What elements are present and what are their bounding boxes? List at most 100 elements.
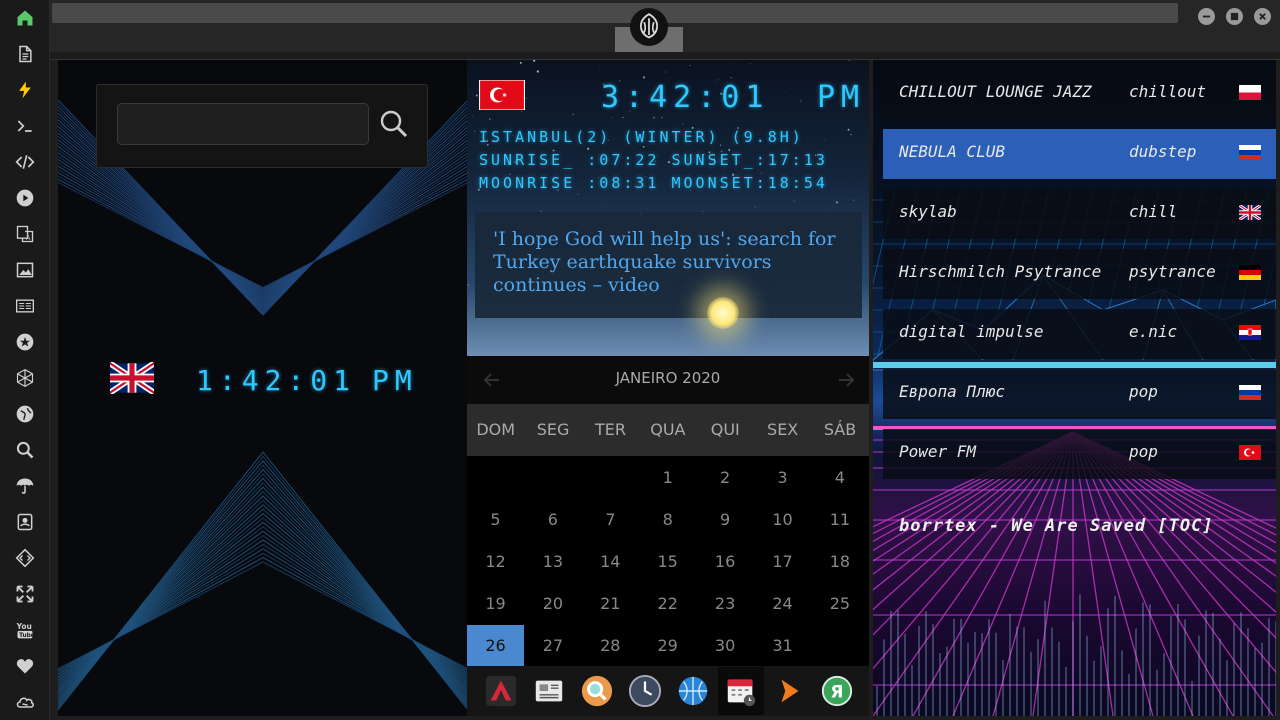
news-headline[interactable]: 'I hope God will help us': search for Tu… xyxy=(475,212,862,318)
station-name: Power FM xyxy=(899,442,977,461)
station-name: Европа Плюс xyxy=(899,382,1005,401)
calendar-day[interactable]: 17 xyxy=(754,541,811,583)
sun-times: SUNRISE_ :07:22 SUNSET_:17:13 xyxy=(479,151,828,169)
calendar-next-button[interactable] xyxy=(835,369,857,391)
calendar-day[interactable]: 2 xyxy=(697,457,754,499)
calendar-day[interactable]: 9 xyxy=(697,499,754,541)
calendar-day[interactable]: 29 xyxy=(639,625,696,667)
station-genre: pop xyxy=(1129,442,1158,461)
news-headline-text: 'I hope God will help us': search for Tu… xyxy=(493,228,836,296)
yandex-launcher[interactable]: Я xyxy=(819,673,855,709)
calendar-day[interactable]: 21 xyxy=(582,583,639,625)
calendar-grid: 1 2 3 4 5 6 7 8 9 10 11 12 13 14 15 16 17 18 19 20 21 22 23 24 2… xyxy=(467,456,869,667)
station-row[interactable]: skylab chill xyxy=(883,189,1276,239)
calendar-day[interactable]: 1 xyxy=(639,457,696,499)
contacts-rail-button[interactable] xyxy=(12,509,38,535)
news-rail-button[interactable] xyxy=(12,293,38,319)
calendar-day[interactable]: 8 xyxy=(639,499,696,541)
address-bar[interactable] xyxy=(52,3,1178,23)
local-clock-ampm: PM xyxy=(372,364,418,397)
poland-flag-icon xyxy=(1239,85,1261,100)
heart-rail-button[interactable] xyxy=(12,653,38,679)
code-rail-button[interactable] xyxy=(12,149,38,175)
station-genre: dubstep xyxy=(1129,142,1197,161)
calendar-day[interactable]: 22 xyxy=(639,583,696,625)
calendar-day[interactable]: 11 xyxy=(811,499,868,541)
app-triangle-launcher[interactable] xyxy=(483,673,519,709)
calendar-day[interactable]: 30 xyxy=(697,625,754,667)
calendar-app-launcher[interactable] xyxy=(718,667,764,715)
media-play-launcher[interactable] xyxy=(771,673,807,709)
star-badge-rail-button[interactable] xyxy=(12,329,38,355)
radio-panel: CHILLOUT LOUNGE JAZZ chillout NEBULA CLUB d… xyxy=(873,60,1276,716)
close-icon xyxy=(1259,13,1266,20)
russia-flag-icon xyxy=(1239,145,1261,160)
document-rail-button[interactable] xyxy=(12,41,38,67)
calendar-day[interactable]: 31 xyxy=(754,625,811,667)
image-rail-button[interactable] xyxy=(12,257,38,283)
terminal-rail-button[interactable] xyxy=(12,113,38,139)
hexagon-rail-button[interactable] xyxy=(12,365,38,391)
station-row[interactable]: digital impulse e.nic xyxy=(883,309,1276,359)
calendar-day[interactable]: 12 xyxy=(467,541,524,583)
close-button[interactable] xyxy=(1254,8,1271,25)
maximize-button[interactable] xyxy=(1226,8,1243,25)
umbrella-rail-button[interactable] xyxy=(12,473,38,499)
app-triangle-icon xyxy=(485,675,517,707)
croatia-flag-icon xyxy=(1239,325,1261,340)
media-play-icon xyxy=(781,679,799,703)
cloud-rail-button[interactable] xyxy=(12,689,38,715)
calendar-day[interactable]: 14 xyxy=(582,541,639,583)
station-genre: psytrance xyxy=(1129,262,1216,281)
search-input[interactable] xyxy=(117,103,369,145)
station-row[interactable]: NEBULA CLUB dubstep xyxy=(883,129,1276,179)
expand-icon xyxy=(16,585,34,603)
calendar-day[interactable]: 7 xyxy=(582,499,639,541)
translate-rail-button[interactable]: A xyxy=(12,221,38,247)
calendar-app-icon xyxy=(727,679,756,707)
play-rail-button[interactable] xyxy=(12,185,38,211)
weekday-label: QUI xyxy=(710,420,740,439)
lightning-rail-button[interactable] xyxy=(12,77,38,103)
weekday-label: SEG xyxy=(536,420,570,439)
calendar-day[interactable]: 10 xyxy=(754,499,811,541)
calendar-day[interactable]: 3 xyxy=(754,457,811,499)
calendar-day[interactable]: 20 xyxy=(524,583,581,625)
home-rail-button[interactable] xyxy=(12,5,38,31)
news-app-icon xyxy=(535,680,563,702)
calendar-day-selected[interactable]: 26 xyxy=(467,625,524,667)
world-clock-panel: 3:42:01 PM ISTANBUL(2) (WINTER) (9.8H) S… xyxy=(467,60,869,716)
station-row[interactable]: CHILLOUT LOUNGE JAZZ chillout xyxy=(883,69,1276,119)
calendar-day[interactable]: 6 xyxy=(524,499,581,541)
istanbul-clock-ampm: PM xyxy=(817,80,866,115)
station-row[interactable]: Power FM pop xyxy=(883,429,1276,479)
minimize-button[interactable] xyxy=(1198,8,1215,25)
calendar-day[interactable]: 4 xyxy=(811,457,868,499)
calendar-day[interactable]: 13 xyxy=(524,541,581,583)
diamond-code-rail-button[interactable] xyxy=(12,545,38,571)
search-button[interactable] xyxy=(379,109,409,139)
news-app-launcher[interactable] xyxy=(531,673,567,709)
calendar-day[interactable]: 25 xyxy=(811,583,868,625)
youtube-rail-button[interactable]: You Tube xyxy=(12,617,38,643)
expand-rail-button[interactable] xyxy=(12,581,38,607)
calendar-day[interactable]: 23 xyxy=(697,583,754,625)
calendar-day[interactable]: 16 xyxy=(697,541,754,583)
calendar-day[interactable]: 18 xyxy=(811,541,868,583)
calendar-day[interactable]: 5 xyxy=(467,499,524,541)
globe-rail-button[interactable] xyxy=(12,401,38,427)
clock-app-launcher[interactable] xyxy=(627,673,663,709)
calendar-day[interactable]: 24 xyxy=(754,583,811,625)
calendar-day[interactable]: 27 xyxy=(524,625,581,667)
calendar-day[interactable]: 15 xyxy=(639,541,696,583)
station-row[interactable]: Hirschmilch Psytrance psytrance xyxy=(883,249,1276,299)
clock-app-icon xyxy=(628,674,662,708)
calendar-day[interactable]: 19 xyxy=(467,583,524,625)
calendar-day[interactable]: 28 xyxy=(582,625,639,667)
station-genre: e.nic xyxy=(1129,322,1178,341)
browser-globe-launcher[interactable] xyxy=(675,673,711,709)
search-rail-button[interactable] xyxy=(12,437,38,463)
search-app-launcher[interactable] xyxy=(579,673,615,709)
station-row[interactable]: Европа Плюс pop xyxy=(883,369,1276,419)
calendar-month-title: JANEIRO 2020 xyxy=(615,369,721,387)
